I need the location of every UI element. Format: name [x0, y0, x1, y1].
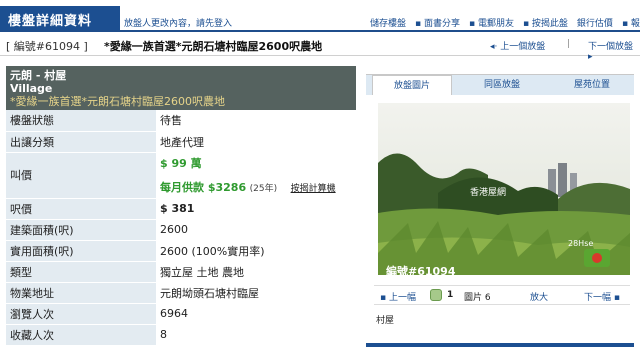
price-cell: $ 99 萬 每月供款 $3286 (25年) 按揭計算機 [156, 152, 356, 199]
photo-gallery-icon [430, 289, 442, 301]
login-hint-link[interactable]: 放盤人更改內容，請先登入 [124, 16, 232, 29]
views-value: 6964 [156, 303, 356, 325]
table-row: 瀏覽人次 6964 [6, 303, 356, 325]
price-key: 叫價 [6, 152, 156, 199]
photo-ref-tag: 編號#61094 [386, 265, 456, 275]
email-friend-link[interactable]: ▪ 電郵朋友 [469, 16, 514, 29]
district-label: 元朗 - 村屋 [10, 69, 67, 82]
listing-photo[interactable]: 香港屋網 28Hse 編號#61094 [378, 103, 630, 275]
nav-separator: | [567, 39, 571, 49]
next-listing-link[interactable]: 下一個放盤 ▸ [588, 39, 640, 62]
facebook-share-link[interactable]: ▪ 面書分享 [415, 16, 460, 29]
tab-location[interactable]: 屋苑位置 [552, 75, 632, 95]
psf-value: $ 381 [156, 198, 356, 220]
panel-bottom-rule [366, 343, 634, 347]
gallery-tabs: 放盤圖片 同區放盤 屋苑位置 [366, 75, 634, 95]
type-en-label: Village [10, 82, 53, 95]
gross-area-key: 建築面積(呎) [6, 219, 156, 241]
table-row: 收藏人次 8 [6, 324, 356, 346]
kind-key: 類型 [6, 261, 156, 283]
favorites-key: 收藏人次 [6, 324, 156, 346]
gross-area-value: 2600 [156, 219, 356, 241]
report-link[interactable]: ▪ 報告 [622, 16, 640, 29]
status-value: 待售 [156, 110, 356, 132]
next-photo-button[interactable]: 下一幅 ▪ [584, 290, 620, 303]
net-area-value: 2600 (100%實用率) [156, 240, 356, 262]
page-brand: 樓盤詳細資料 [0, 6, 120, 30]
prev-photo-button[interactable]: ▪ 上一幅 [380, 290, 416, 303]
mortgage-value: 每月供款 $3286 [160, 181, 247, 194]
address-key: 物業地址 [6, 282, 156, 304]
photo-index: 圖片 6 [464, 293, 491, 303]
top-links: 儲存樓盤 ▪ 面書分享 ▪ 電郵朋友 ▪ 按揭此盤 銀行估價 ▪ 報告 [370, 16, 640, 29]
psf-key: 呎價 [6, 198, 156, 220]
table-row: 類型 獨立屋 土地 農地 [6, 261, 356, 283]
mortgage-calculator-link[interactable]: 按揭計算機 [291, 184, 336, 194]
listing-ref: [ 編號#61094 ] [6, 40, 88, 53]
photo-logo: 28Hse [568, 239, 594, 248]
listing-title: *愛緣一族首選*元朗石塘村臨屋2600呎農地 [104, 40, 323, 53]
net-area-key: 實用面積(呎) [6, 240, 156, 262]
table-row: 呎價 $ 381 [6, 198, 356, 220]
table-row: 建築面積(呎) 2600 [6, 219, 356, 241]
tab-photos[interactable]: 放盤圖片 [372, 75, 452, 95]
favorites-value: 8 [156, 324, 356, 346]
photo-caption: 村屋 [376, 316, 395, 326]
bank-valuation-link[interactable]: 銀行估價 [577, 16, 613, 29]
source-value: 地產代理 [156, 131, 356, 153]
table-row: 物業地址 元朗坳頭石塘村臨屋 [6, 282, 356, 304]
table-row: 實用面積(呎) 2600 (100%實用率) [6, 240, 356, 262]
views-key: 瀏覽人次 [6, 303, 156, 325]
summary-header: 元朗 - 村屋 Village *愛緣一族首選*元朗石塘村臨屋2600呎農地 [6, 66, 356, 110]
price-value: $ 99 萬 [160, 157, 202, 170]
top-bar: 樓盤詳細資料 放盤人更改內容，請先登入 儲存樓盤 ▪ 面書分享 ▪ 電郵朋友 ▪… [0, 0, 640, 32]
source-key: 出讓分類 [6, 131, 156, 153]
details-table: 樓盤狀態 待售 出讓分類 地產代理 叫價 $ 99 萬 每月供款 $3286 (… [6, 110, 356, 346]
photo-navigation: ▪ 上一幅 1 圖片 6 放大 下一幅 ▪ [374, 285, 630, 305]
mortgage-link[interactable]: ▪ 按揭此盤 [523, 16, 568, 29]
zoom-button[interactable]: 放大 [530, 290, 548, 303]
summary-subtitle: *愛緣一族首選*元朗石塘村臨屋2600呎農地 [10, 95, 225, 108]
listing-title-bar: [ 編號#61094 ] *愛緣一族首選*元朗石塘村臨屋2600呎農地 ◂· 上… [0, 34, 640, 62]
mortgage-term: (25年) [249, 184, 278, 194]
table-row: 樓盤狀態 待售 [6, 110, 356, 132]
save-listing-link[interactable]: 儲存樓盤 [370, 16, 406, 29]
table-row: 出讓分類 地產代理 [6, 131, 356, 153]
photo-count: 1 [447, 290, 454, 300]
prev-listing-link[interactable]: ◂· 上一個放盤 [490, 39, 545, 52]
tab-nearby[interactable]: 同區放盤 [462, 75, 542, 95]
address-value: 元朗坳頭石塘村臨屋 [156, 282, 356, 304]
kind-value: 獨立屋 土地 農地 [156, 261, 356, 283]
photo-watermark-label: 香港屋網 [470, 188, 507, 198]
status-key: 樓盤狀態 [6, 110, 156, 132]
gallery-panel: 放盤圖片 同區放盤 屋苑位置 香港屋網 28Hse 編號#61094 ▪ 上一幅… [366, 74, 634, 347]
table-row: 叫價 $ 99 萬 每月供款 $3286 (25年) 按揭計算機 [6, 152, 356, 199]
